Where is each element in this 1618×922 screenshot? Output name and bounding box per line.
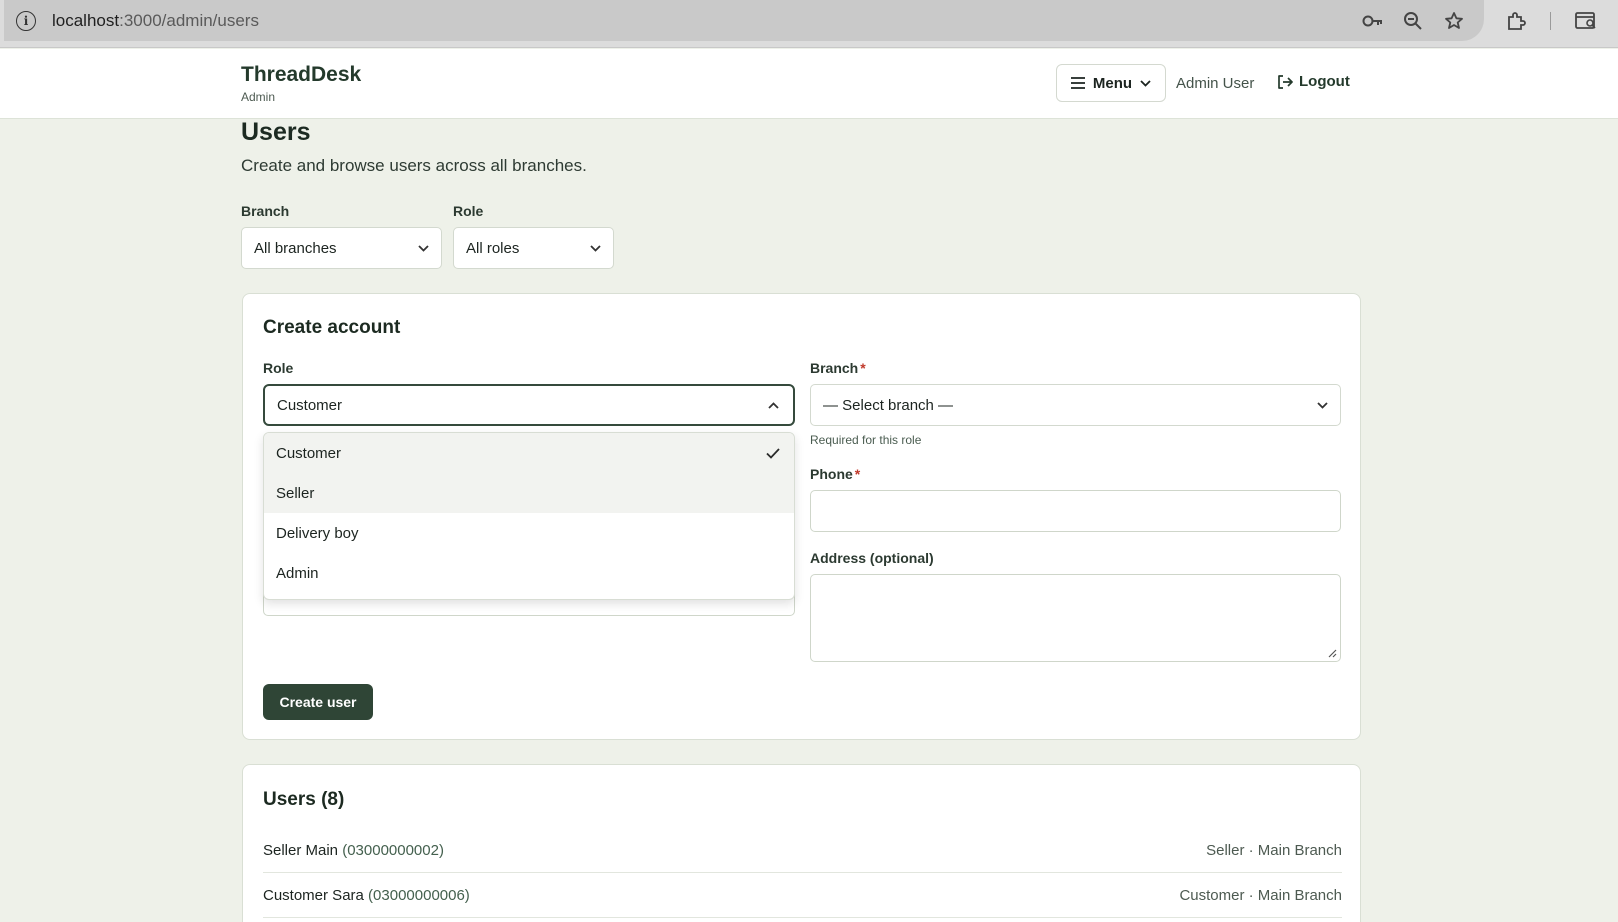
- user-identity: Seller Main (03000000002): [263, 842, 444, 859]
- star-icon[interactable]: [1443, 10, 1465, 32]
- role-option-label: Customer: [276, 444, 342, 462]
- role-option[interactable]: Seller: [264, 473, 794, 513]
- role-option-label: Delivery boy: [276, 524, 359, 542]
- user-role-branch: Seller · Main Branch: [1206, 841, 1342, 859]
- required-mark: *: [860, 360, 866, 376]
- role-option[interactable]: Admin: [264, 553, 794, 593]
- url-host: localhost: [52, 10, 120, 30]
- role-filter-value: All roles: [466, 239, 520, 257]
- create-account-title: Create account: [263, 317, 401, 338]
- url-path: :3000/admin/users: [119, 10, 259, 30]
- extensions-icon[interactable]: [1505, 10, 1527, 32]
- url-text[interactable]: localhost:3000/admin/users: [52, 11, 259, 31]
- phone-field-label: Phone *: [810, 466, 860, 482]
- key-icon[interactable]: [1362, 10, 1384, 32]
- branch-filter-select[interactable]: All branches: [241, 227, 442, 269]
- role-select[interactable]: Customer: [263, 384, 795, 426]
- sidepanel-icon[interactable]: [1575, 10, 1597, 32]
- user-phone: (03000000006): [368, 886, 470, 904]
- address-bar[interactable]: i localhost:3000/admin/users: [4, 0, 1484, 41]
- brand[interactable]: ThreadDesk Admin: [241, 63, 361, 104]
- user-name: Customer Sara: [263, 886, 364, 904]
- branch-filter-label: Branch: [241, 203, 290, 219]
- branch-field-label: Branch *: [810, 360, 866, 376]
- phone-input[interactable]: [810, 490, 1341, 532]
- chevron-down-icon: [590, 244, 601, 252]
- user-name: Seller Main: [263, 841, 339, 859]
- branch-hint: Required for this role: [810, 433, 922, 447]
- page-subtitle: Create and browse users across all branc…: [241, 156, 587, 175]
- branch-field-label-text: Branch: [810, 360, 859, 376]
- menu-label: Menu: [1092, 74, 1133, 92]
- browser-chrome: i localhost:3000/admin/users: [0, 0, 1618, 48]
- chevron-down-icon: [1317, 401, 1328, 409]
- required-mark: *: [854, 466, 861, 482]
- chevron-up-icon: [768, 401, 779, 409]
- address-textarea[interactable]: [810, 574, 1341, 662]
- user-identity: Customer Sara (03000000006): [263, 887, 470, 904]
- page-title: Users: [241, 118, 311, 146]
- zoom-icon[interactable]: [1402, 10, 1424, 32]
- info-icon[interactable]: i: [16, 10, 36, 31]
- table-row[interactable]: Customer Sara (03000000006) Customer · M…: [263, 873, 1342, 918]
- brand-subtitle: Admin: [241, 90, 276, 104]
- role-option-label: Admin: [276, 564, 319, 582]
- logout-label: Logout: [1299, 73, 1350, 90]
- role-option-label: Seller: [276, 484, 315, 502]
- role-select-value: Customer: [277, 396, 343, 414]
- user-role-branch: Customer · Main Branch: [1179, 886, 1342, 904]
- phone-field-label-text: Phone: [810, 466, 853, 482]
- table-row[interactable]: Seller Main (03000000002) Seller · Main …: [263, 828, 1342, 873]
- role-filter-label: Role: [453, 203, 484, 219]
- logout-button[interactable]: Logout: [1277, 73, 1350, 90]
- user-phone: (03000000002): [342, 841, 444, 859]
- branch-filter-value: All branches: [254, 239, 337, 257]
- users-title: Users (8): [263, 789, 345, 810]
- chevron-down-icon: [1140, 79, 1151, 87]
- role-option[interactable]: Customer: [264, 433, 794, 473]
- role-dropdown-menu: Customer Seller Delivery boy Admin: [263, 432, 795, 600]
- chevron-down-icon: [418, 244, 429, 252]
- address-field-label: Address (optional): [810, 550, 934, 566]
- menu-button[interactable]: Menu: [1056, 64, 1166, 102]
- toolbar-separator: [1550, 12, 1551, 30]
- check-icon: [766, 447, 780, 459]
- current-user: Admin User: [1176, 75, 1255, 92]
- role-filter-select[interactable]: All roles: [453, 227, 614, 269]
- hamburger-icon: [1070, 77, 1085, 89]
- role-option[interactable]: Delivery boy: [264, 513, 794, 553]
- resize-handle-icon[interactable]: [1328, 649, 1337, 658]
- role-field-label: Role: [263, 360, 294, 376]
- branch-select[interactable]: — Select branch —: [810, 384, 1341, 426]
- app-header: ThreadDesk Admin Menu Admin User Logout: [0, 49, 1618, 119]
- branch-select-value: — Select branch —: [823, 396, 954, 414]
- create-user-button[interactable]: Create user: [263, 684, 373, 720]
- logout-icon: [1278, 74, 1293, 89]
- brand-title: ThreadDesk: [241, 63, 362, 86]
